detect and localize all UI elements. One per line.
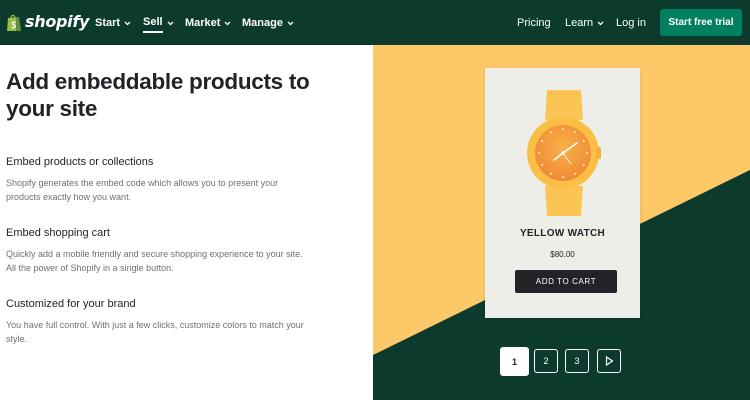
logo-wordmark: shopify: [25, 12, 90, 31]
top-navigation-bar: shopify Start Sell Market Manage Pricing…: [0, 0, 750, 45]
nav-market-label: Market: [185, 17, 221, 29]
nav-manage-label: Manage: [242, 17, 283, 29]
feature-desc-customized: You have full control. With just a few c…: [6, 320, 304, 344]
nav-learn[interactable]: Learn: [565, 15, 605, 31]
nav-login[interactable]: Log in: [616, 15, 646, 31]
nav-sell-label: Sell: [143, 14, 163, 33]
nav-learn-label: Learn: [565, 17, 594, 29]
next-page-button[interactable]: [597, 349, 621, 373]
play-triangle-icon: [605, 356, 614, 366]
page-1-button[interactable]: 1: [500, 347, 529, 376]
feature-title-embed-cart: Embed shopping cart: [6, 227, 110, 239]
shopping-bag-logo-icon: [7, 14, 21, 31]
add-to-cart-button[interactable]: ADD TO CART: [515, 270, 617, 293]
page-2-button[interactable]: 2: [534, 349, 558, 373]
nav-start-label: Start: [95, 17, 121, 29]
product-name: YELLOW WATCH: [519, 228, 606, 239]
chevron-down-icon: [124, 21, 131, 25]
nav-market[interactable]: Market: [185, 15, 232, 31]
chevron-down-icon: [597, 21, 604, 25]
nav-sell[interactable]: Sell: [143, 14, 175, 33]
start-free-trial-button[interactable]: Start free trial: [660, 9, 742, 36]
product-price: $80.00: [550, 250, 575, 259]
chevron-down-icon: [225, 21, 231, 25]
page-title: Add embeddable products to your site: [6, 69, 310, 121]
nav-login-label: Log in: [616, 17, 646, 29]
feature-title-customized: Customized for your brand: [6, 298, 136, 310]
chevron-down-icon: [167, 21, 174, 25]
page-3-button[interactable]: 3: [565, 349, 589, 373]
nav-start[interactable]: Start: [95, 15, 132, 31]
yellow-watch-image: [527, 90, 601, 216]
nav-manage[interactable]: Manage: [242, 15, 295, 31]
shopify-logo[interactable]: shopify: [6, 11, 89, 33]
nav-pricing-label: Pricing: [517, 17, 551, 29]
chevron-down-icon: [287, 21, 294, 25]
product-showcase-panel: YELLOW WATCH $80.00 ADD TO CART 1 2 3: [373, 45, 750, 400]
feature-desc-embed-cart: Quickly add a mobile friendly and secure…: [6, 249, 303, 273]
nav-pricing[interactable]: Pricing: [517, 15, 551, 31]
product-card: YELLOW WATCH $80.00 ADD TO CART: [485, 68, 640, 318]
feature-desc-embed-products: Shopify generates the embed code which a…: [6, 178, 279, 202]
feature-title-embed-products: Embed products or collections: [6, 156, 154, 168]
